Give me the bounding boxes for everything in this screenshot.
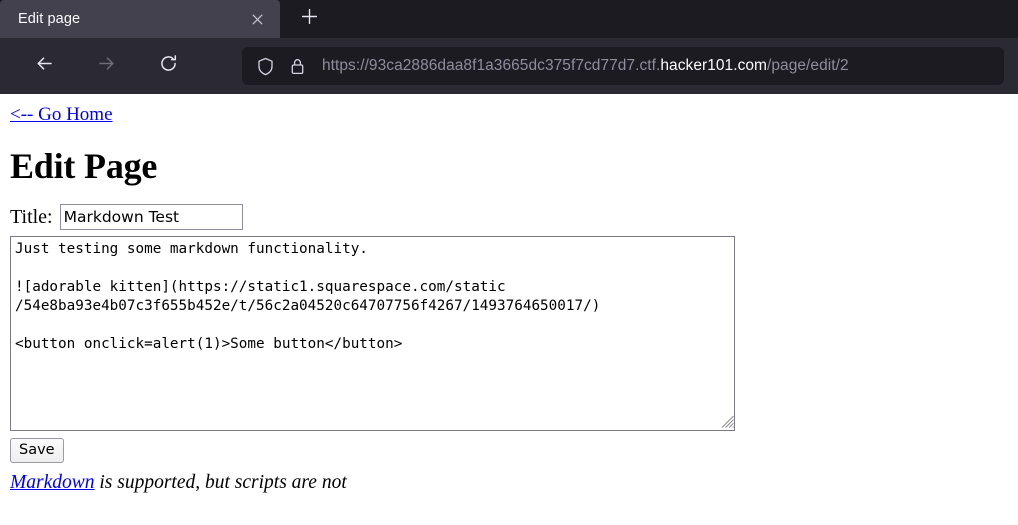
title-form-row: Title: (10, 204, 1010, 231)
browser-chrome: Edit page https://93ca2886daa8f1a3665dc3… (0, 0, 1018, 94)
shield-icon[interactable] (254, 55, 276, 77)
footer-note: Markdown is supported, but scripts are n… (10, 471, 1010, 494)
close-icon[interactable] (246, 8, 268, 30)
tab-strip: Edit page (0, 0, 1018, 38)
forward-button[interactable] (86, 46, 126, 86)
save-button[interactable]: Save (10, 438, 64, 464)
plus-icon (301, 8, 318, 30)
back-button[interactable] (24, 46, 64, 86)
browser-tab-edit-page[interactable]: Edit page (0, 0, 280, 38)
lock-icon[interactable] (286, 55, 308, 77)
new-tab-button[interactable] (292, 2, 326, 36)
body-textarea[interactable] (10, 236, 735, 432)
arrow-left-icon (34, 53, 55, 79)
url-prefix: https://93ca2886daa8f1a3665dc375f7cd77d7… (322, 58, 661, 74)
address-bar[interactable]: https://93ca2886daa8f1a3665dc375f7cd77d7… (242, 47, 1004, 85)
navigation-toolbar: https://93ca2886daa8f1a3665dc375f7cd77d7… (0, 38, 1018, 94)
page-content: <-- Go Home Edit Page Title: Save Markdo… (0, 94, 1018, 525)
reload-button[interactable] (148, 46, 188, 86)
arrow-right-icon (96, 53, 117, 79)
reload-icon (158, 53, 179, 79)
go-home-link[interactable]: <-- Go Home (10, 104, 113, 127)
footer-note-text: is supported, but scripts are not (94, 472, 347, 494)
body-textarea-wrapper (8, 236, 737, 432)
tab-title: Edit page (18, 11, 81, 27)
address-bar-url: https://93ca2886daa8f1a3665dc375f7cd77d7… (322, 58, 849, 74)
title-label: Title: (10, 206, 53, 229)
markdown-link[interactable]: Markdown (10, 472, 95, 493)
page-title: Edit Page (10, 145, 158, 186)
title-input[interactable] (59, 204, 243, 231)
url-path: /page/edit/2 (767, 58, 849, 74)
url-domain: hacker101.com (660, 58, 767, 74)
